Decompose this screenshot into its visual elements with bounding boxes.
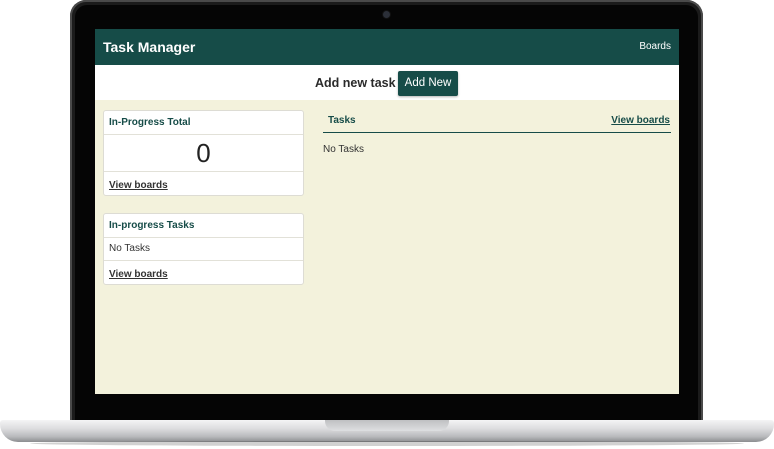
in-progress-tasks-empty: No Tasks (104, 238, 303, 261)
add-new-button[interactable]: Add New (398, 71, 458, 96)
in-progress-count: 0 (104, 135, 303, 172)
nav-link-boards[interactable]: Boards (639, 41, 671, 52)
view-boards-link[interactable]: View boards (104, 180, 168, 191)
tasks-divider (323, 132, 671, 133)
navbar: Task Manager Boards (95, 29, 679, 65)
view-boards-link[interactable]: View boards (104, 269, 168, 280)
tasks-title: Tasks (328, 115, 356, 126)
in-progress-total-card: In-Progress Total 0 View boards (103, 110, 304, 196)
app-screen: Task Manager Boards Add new task Add New… (95, 29, 679, 394)
in-progress-tasks-card: In-progress Tasks No Tasks View boards (103, 213, 304, 285)
tasks-view-boards-link[interactable]: View boards (611, 115, 670, 126)
webcam-icon (383, 11, 390, 18)
app-title[interactable]: Task Manager (103, 39, 195, 55)
in-progress-total-title: In-Progress Total (104, 111, 303, 135)
add-task-label: Add new task (315, 76, 396, 90)
tasks-empty: No Tasks (323, 144, 364, 155)
in-progress-tasks-title: In-progress Tasks (104, 214, 303, 238)
laptop-shadow (30, 441, 744, 446)
laptop-notch (325, 420, 449, 431)
add-task-bar: Add new task Add New (95, 65, 679, 100)
